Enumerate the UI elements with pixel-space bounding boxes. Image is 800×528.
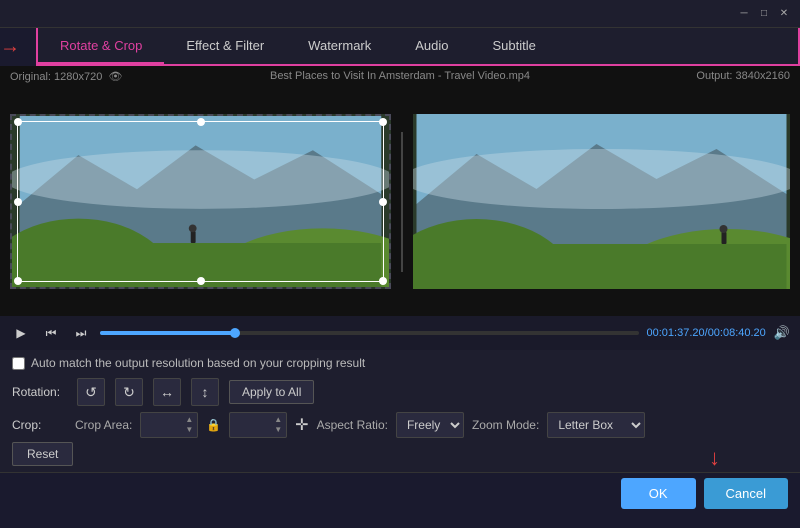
flip-horizontal-button[interactable]: ↔	[153, 378, 181, 406]
cancel-button[interactable]: Cancel	[704, 478, 788, 509]
crop-label: Crop:	[12, 418, 67, 432]
aspect-ratio-select-wrap[interactable]: Freely 16:9 4:3 1:1	[396, 412, 464, 438]
crop-area-label: Crop Area:	[75, 418, 132, 432]
title-bar: ─ □ ✕	[0, 0, 800, 28]
rotate-left-button[interactable]: ↺	[77, 378, 105, 406]
auto-match-label: Auto match the output resolution based o…	[31, 356, 365, 370]
rotation-label: Rotation:	[12, 385, 67, 399]
crop-width-up[interactable]: ▲	[185, 415, 193, 425]
play-button[interactable]: ▶	[10, 322, 32, 344]
crop-height-down[interactable]: ▼	[274, 425, 282, 435]
original-video-panel	[10, 114, 391, 289]
flip-vertical-button[interactable]: ↕	[191, 378, 219, 406]
tab-bar: Rotate & Crop Effect & Filter Watermark …	[36, 28, 800, 66]
progress-fill	[100, 331, 235, 335]
filename: Best Places to Visit In Amsterdam - Trav…	[270, 70, 530, 82]
aspect-ratio-label: Aspect Ratio:	[317, 418, 388, 432]
rotate-right-button[interactable]: ↻	[115, 378, 143, 406]
move-icon[interactable]: ✛	[295, 415, 308, 435]
ok-button[interactable]: OK	[621, 478, 696, 509]
reset-button[interactable]: Reset	[12, 442, 73, 466]
panel-divider	[401, 132, 403, 272]
tab-audio[interactable]: Audio	[393, 28, 470, 64]
tab-effect-filter[interactable]: Effect & Filter	[164, 28, 286, 64]
progress-handle[interactable]	[230, 328, 240, 338]
zoom-mode-select[interactable]: Letter Box Pan & Scan Full	[547, 412, 645, 438]
original-video-bg	[12, 116, 389, 287]
zoom-mode-select-wrap[interactable]: Letter Box Pan & Scan Full	[547, 412, 645, 438]
original-label: Original: 1280x720 👁	[10, 70, 122, 83]
rotation-row: Rotation: ↺ ↻ ↔ ↕ Apply to All	[12, 378, 788, 406]
maximize-button[interactable]: □	[756, 6, 772, 22]
time-display: 00:01:37.20/00:08:40.20	[647, 327, 766, 339]
tab-subtitle[interactable]: Subtitle	[471, 28, 558, 64]
tab-watermark[interactable]: Watermark	[286, 28, 393, 64]
ok-arrow-indicator: ↓	[709, 445, 720, 471]
tab-arrow-indicator: →	[0, 36, 20, 59]
crop-row: Crop: Crop Area: 1280 ▲ ▼ 🔒 720 ▲ ▼ ✛ As…	[12, 412, 788, 438]
auto-match-row: Auto match the output resolution based o…	[12, 356, 788, 370]
output-label: Output: 3840x2160	[696, 70, 790, 83]
close-button[interactable]: ✕	[776, 6, 792, 22]
output-video-panel	[413, 114, 790, 289]
crop-height-input-wrap[interactable]: 720 ▲ ▼	[229, 412, 287, 438]
controls-bar: ▶ ⏮ ⏭ 00:01:37.20/00:08:40.20 🔊	[0, 316, 800, 350]
crop-height-input[interactable]: 720	[234, 418, 272, 432]
volume-icon[interactable]: 🔊	[774, 325, 790, 341]
video-panels	[0, 87, 800, 316]
minimize-button[interactable]: ─	[736, 6, 752, 22]
video-area: Original: 1280x720 👁 Best Places to Visi…	[0, 66, 800, 316]
progress-bar[interactable]	[100, 331, 639, 335]
crop-width-input-wrap[interactable]: 1280 ▲ ▼	[140, 412, 198, 438]
zoom-mode-label: Zoom Mode:	[472, 418, 539, 432]
apply-all-button[interactable]: Apply to All	[229, 380, 314, 404]
action-bar: ↓ OK Cancel	[0, 472, 800, 514]
video-labels: Original: 1280x720 👁 Best Places to Visi…	[0, 66, 800, 87]
prev-frame-button[interactable]: ⏮	[40, 322, 62, 344]
bottom-controls: Auto match the output resolution based o…	[0, 350, 800, 472]
output-video-bg	[413, 114, 790, 289]
aspect-ratio-select[interactable]: Freely 16:9 4:3 1:1	[396, 412, 464, 438]
tab-rotate-crop[interactable]: Rotate & Crop	[38, 28, 164, 64]
next-frame-button[interactable]: ⏭	[70, 322, 92, 344]
crop-width-down[interactable]: ▼	[185, 425, 193, 435]
auto-match-checkbox[interactable]	[12, 357, 25, 370]
lock-icon[interactable]: 🔒	[206, 418, 221, 432]
crop-width-input[interactable]: 1280	[145, 418, 183, 432]
crop-height-up[interactable]: ▲	[274, 415, 282, 425]
